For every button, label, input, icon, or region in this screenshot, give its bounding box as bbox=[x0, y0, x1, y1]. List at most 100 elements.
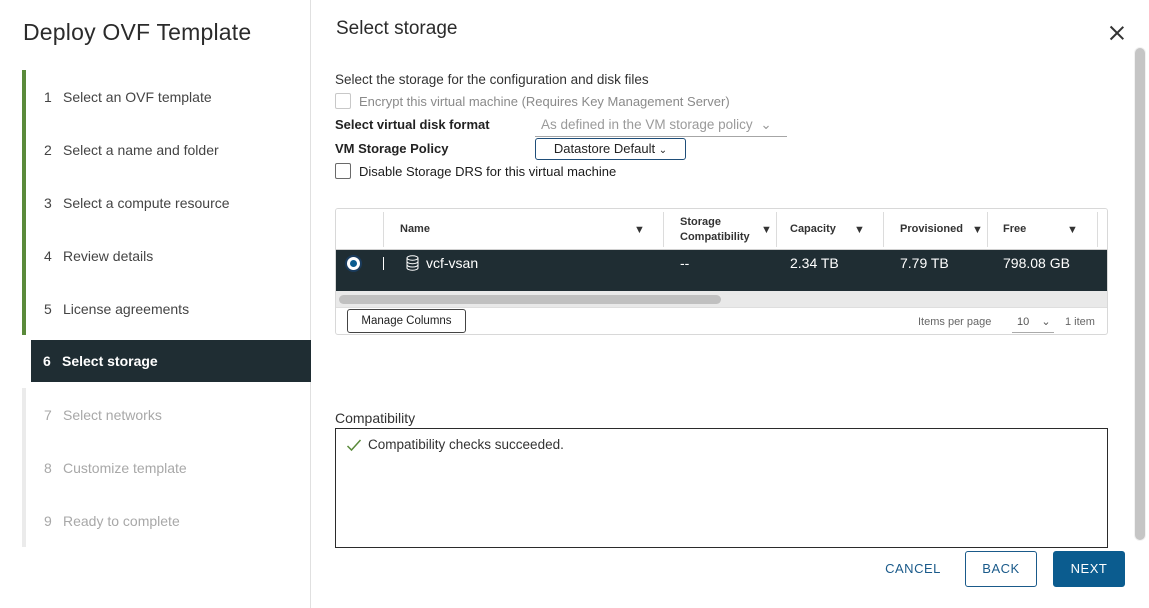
back-button[interactable]: BACK bbox=[965, 551, 1037, 587]
column-label-line2: Compatibility bbox=[680, 230, 750, 243]
compatibility-label: Compatibility bbox=[335, 410, 416, 426]
table-row[interactable]: vcf-vsan -- 2.34 TB 7.79 TB 798.08 GB bbox=[336, 250, 1107, 291]
column-separator[interactable] bbox=[776, 212, 777, 247]
close-icon[interactable] bbox=[1108, 24, 1126, 42]
cell-free: 798.08 GB bbox=[1003, 255, 1070, 271]
column-label: Capacity bbox=[790, 223, 836, 235]
wizard-steps: 1 Select an OVF template 2 Select a name a… bbox=[22, 70, 311, 547]
items-per-page-value: 10 bbox=[1017, 316, 1030, 328]
column-header-provisioned[interactable]: Provisioned bbox=[900, 209, 963, 250]
storage-policy-select[interactable]: Datastore Default ⌄ bbox=[535, 138, 686, 160]
encrypt-vm-option: Encrypt this virtual machine (Requires K… bbox=[335, 93, 730, 109]
column-label: Free bbox=[1003, 223, 1027, 235]
scrollbar-thumb[interactable] bbox=[339, 295, 721, 304]
manage-columns-button[interactable]: Manage Columns bbox=[347, 309, 466, 333]
step-label: Select networks bbox=[63, 406, 162, 423]
cancel-button[interactable]: CANCEL bbox=[879, 551, 947, 587]
cell-compatibility: -- bbox=[680, 255, 690, 271]
disable-drs-checkbox[interactable] bbox=[335, 163, 351, 179]
step-number: 9 bbox=[44, 512, 52, 529]
item-count: 1 item bbox=[1065, 316, 1095, 328]
column-separator[interactable] bbox=[383, 212, 384, 247]
cell-name: vcf-vsan bbox=[426, 255, 479, 271]
filter-icon[interactable]: ▼ bbox=[1067, 209, 1078, 250]
step-review-details[interactable]: 4 Review details bbox=[22, 229, 311, 282]
next-button[interactable]: NEXT bbox=[1053, 551, 1125, 587]
disable-drs-option[interactable]: Disable Storage DRS for this virtual mac… bbox=[335, 163, 616, 179]
page-description: Select the storage for the configuration… bbox=[335, 72, 649, 87]
filter-icon[interactable]: ▼ bbox=[854, 209, 865, 250]
horizontal-scrollbar[interactable] bbox=[336, 291, 1107, 307]
column-separator[interactable] bbox=[883, 212, 884, 247]
step-customize-template: 8 Customize template bbox=[22, 441, 311, 494]
grid-header: Name ▼ Storage Compatibility ▼ Capacity … bbox=[336, 209, 1107, 250]
step-select-networks: 7 Select networks bbox=[22, 388, 311, 441]
column-header-storage-compatibility[interactable]: Storage Compatibility bbox=[680, 209, 750, 250]
filter-icon[interactable]: ▼ bbox=[634, 209, 645, 250]
chevron-down-icon: ⌄ bbox=[1041, 316, 1051, 328]
column-label-line1: Storage bbox=[680, 215, 721, 228]
chevron-down-icon: ⌄ bbox=[760, 117, 772, 132]
column-label: Name bbox=[400, 223, 430, 235]
step-label: License agreements bbox=[63, 300, 190, 317]
step-number: 7 bbox=[44, 406, 52, 423]
disable-drs-label: Disable Storage DRS for this virtual mac… bbox=[359, 163, 617, 179]
step-license-agreements[interactable]: 5 License agreements bbox=[22, 282, 311, 335]
items-per-page-select[interactable]: 10 ⌄ bbox=[1012, 313, 1054, 333]
step-select-compute-resource[interactable]: 3 Select a compute resource bbox=[22, 176, 311, 229]
wizard-sidebar: Deploy OVF Template 1 Select an OVF templ… bbox=[0, 0, 311, 608]
step-ready-to-complete: 9 Ready to complete bbox=[22, 494, 311, 547]
step-select-ovf-template[interactable]: 1 Select an OVF template bbox=[22, 70, 311, 123]
disk-format-label: Select virtual disk format bbox=[335, 117, 490, 132]
column-header-free[interactable]: Free bbox=[1003, 209, 1026, 250]
column-label: Provisioned bbox=[900, 223, 963, 235]
column-separator[interactable] bbox=[987, 212, 988, 247]
step-number: 3 bbox=[44, 194, 52, 211]
filter-icon[interactable]: ▼ bbox=[761, 209, 772, 250]
step-label: Review details bbox=[63, 247, 154, 264]
deploy-ovf-dialog: Deploy OVF Template 1 Select an OVF templ… bbox=[0, 0, 1149, 608]
compatibility-message: Compatibility checks succeeded. bbox=[346, 437, 564, 452]
encrypt-vm-checkbox bbox=[335, 93, 351, 109]
disk-format-value: As defined in the VM storage policy bbox=[541, 117, 753, 132]
step-number: 5 bbox=[44, 300, 52, 317]
column-header-name[interactable]: Name bbox=[400, 209, 430, 250]
step-select-storage[interactable]: 6 Select storage bbox=[31, 340, 311, 382]
compatibility-box: Compatibility checks succeeded. bbox=[335, 428, 1108, 548]
items-per-page-label: Items per page bbox=[918, 316, 992, 328]
step-label: Select storage bbox=[62, 353, 158, 369]
step-label: Ready to complete bbox=[63, 512, 180, 529]
step-label: Select an OVF template bbox=[63, 88, 212, 105]
step-number: 6 bbox=[43, 353, 51, 369]
step-label: Select a name and folder bbox=[63, 141, 219, 158]
step-label: Select a compute resource bbox=[63, 194, 230, 211]
chevron-down-icon: ⌄ bbox=[658, 145, 668, 156]
wizard-title: Deploy OVF Template bbox=[23, 19, 252, 45]
main-panel: Select storage Select the storage for th… bbox=[311, 0, 1149, 608]
vertical-scrollbar[interactable] bbox=[1134, 47, 1146, 541]
step-label: Customize template bbox=[63, 459, 187, 476]
scrollbar-thumb[interactable] bbox=[1135, 48, 1145, 540]
step-number: 4 bbox=[44, 247, 52, 264]
column-separator[interactable] bbox=[1097, 212, 1098, 247]
step-select-name-folder[interactable]: 2 Select a name and folder bbox=[22, 123, 311, 176]
column-separator[interactable] bbox=[663, 212, 664, 247]
row-select-radio[interactable] bbox=[345, 255, 362, 272]
step-number: 2 bbox=[44, 141, 52, 158]
filter-icon[interactable]: ▼ bbox=[972, 209, 983, 250]
step-number: 8 bbox=[44, 459, 52, 476]
encrypt-vm-label: Encrypt this virtual machine (Requires K… bbox=[359, 93, 730, 109]
storage-policy-value: Datastore Default bbox=[553, 141, 656, 156]
check-icon bbox=[346, 438, 362, 451]
cell-capacity: 2.34 TB bbox=[790, 255, 839, 271]
datastore-icon bbox=[406, 255, 419, 271]
row-separator bbox=[383, 257, 384, 270]
disk-format-select[interactable]: As defined in the VM storage policy ⌄ bbox=[535, 115, 787, 137]
datastore-grid: Name ▼ Storage Compatibility ▼ Capacity … bbox=[335, 208, 1108, 335]
page-title: Select storage bbox=[336, 18, 458, 39]
cell-provisioned: 7.79 TB bbox=[900, 255, 949, 271]
column-header-capacity[interactable]: Capacity bbox=[790, 209, 836, 250]
step-number: 1 bbox=[44, 88, 52, 105]
compatibility-message-text: Compatibility checks succeeded. bbox=[368, 437, 564, 452]
storage-policy-label: VM Storage Policy bbox=[335, 141, 449, 156]
